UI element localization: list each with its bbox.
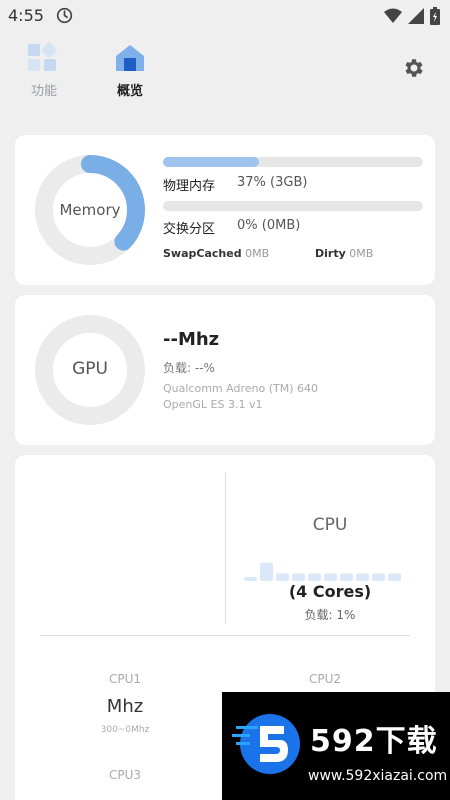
cpu-horizontal-divider [40, 635, 410, 636]
swap-bar [163, 201, 423, 211]
dirty-value: 0MB [349, 247, 374, 260]
physical-memory-bar [163, 157, 423, 167]
dirty-label: Dirty [315, 247, 346, 260]
home-icon [116, 45, 144, 71]
cpu-history-chart [244, 562, 401, 581]
cpu-core-1-name: CPU1 [108, 672, 142, 686]
cpu-cores-count: (4 Cores) [288, 582, 372, 601]
cpu-history-bar [260, 562, 273, 581]
memory-ring-label: Memory [59, 201, 121, 219]
watermark-logo-text: 592下载 [310, 724, 438, 759]
cpu-title: CPU [312, 515, 348, 535]
cpu-history-bar [276, 573, 289, 581]
gpu-frequency: --Mhz [163, 329, 220, 350]
cpu-core-3: CPU3 [50, 768, 200, 782]
cpu-history-bar [356, 573, 369, 581]
cpu-core-3-name: CPU3 [108, 768, 142, 782]
functions-grid-icon [28, 42, 57, 71]
gpu-card: GPU --Mhz 负载: --% Qualcomm Adreno (TM) 6… [15, 295, 435, 445]
memory-card: Memory 物理内存 37% (3GB) 交换分区 0% (0MB) Swap… [15, 135, 435, 285]
tab-functions-label: 功能 [30, 84, 57, 99]
swap-label: 交换分区 [163, 222, 216, 237]
status-time: 4:55 [8, 6, 44, 25]
dirty-stat: Dirty 0MB [315, 247, 373, 260]
physical-memory-value: 37% (3GB) [237, 175, 308, 190]
settings-gear-icon[interactable] [402, 56, 426, 80]
gpu-ring-label: GPU [72, 359, 108, 379]
cpu-core-1-freq: Mhz [106, 696, 144, 717]
cpu-core-1-range: 300~0Mhz [100, 725, 150, 735]
gpu-renderer: Qualcomm Adreno (TM) 640 [163, 382, 318, 395]
swapcached-stat: SwapCached 0MB [163, 247, 269, 260]
watermark-banner: 592下载 www.592xiazai.com [222, 692, 450, 800]
cpu-core-2-name: CPU2 [308, 672, 342, 686]
cpu-history-bar [372, 573, 385, 581]
watermark-logo-icon [232, 714, 300, 774]
cpu-history-bar [308, 573, 321, 581]
swap-value: 0% (0MB) [237, 218, 301, 233]
status-bar: 4:55 [0, 0, 450, 32]
tab-overview-label: 概览 [116, 84, 143, 99]
physical-memory-label: 物理内存 [163, 179, 216, 194]
gpu-load: 负载: --% [163, 361, 215, 375]
wifi-icon [384, 8, 402, 23]
cpu-load: 负载: 1% [304, 608, 356, 622]
watermark-url: www.592xiazai.com [308, 768, 448, 784]
alarm-clock-icon [56, 7, 73, 24]
cpu-core-1: CPU1 Mhz 300~0Mhz [50, 672, 200, 735]
cpu-history-bar [388, 573, 401, 581]
cpu-history-bar [340, 573, 353, 581]
cell-signal-icon [408, 8, 424, 24]
cpu-history-bar [292, 573, 305, 581]
status-icons [384, 7, 440, 25]
gpu-api-version: OpenGL ES 3.1 v1 [163, 398, 263, 411]
cpu-history-bar [324, 573, 337, 581]
tab-overview[interactable]: 概览 [100, 42, 160, 99]
swapcached-value: 0MB [245, 247, 270, 260]
physical-memory-bar-fill [163, 157, 260, 167]
top-navigation: 功能 概览 [0, 36, 450, 106]
cpu-history-bar [244, 577, 257, 581]
cpu-core-2: CPU2 [250, 672, 400, 686]
battery-icon [430, 7, 440, 25]
swapcached-label: SwapCached [163, 247, 242, 260]
tab-functions[interactable]: 功能 [14, 42, 74, 99]
